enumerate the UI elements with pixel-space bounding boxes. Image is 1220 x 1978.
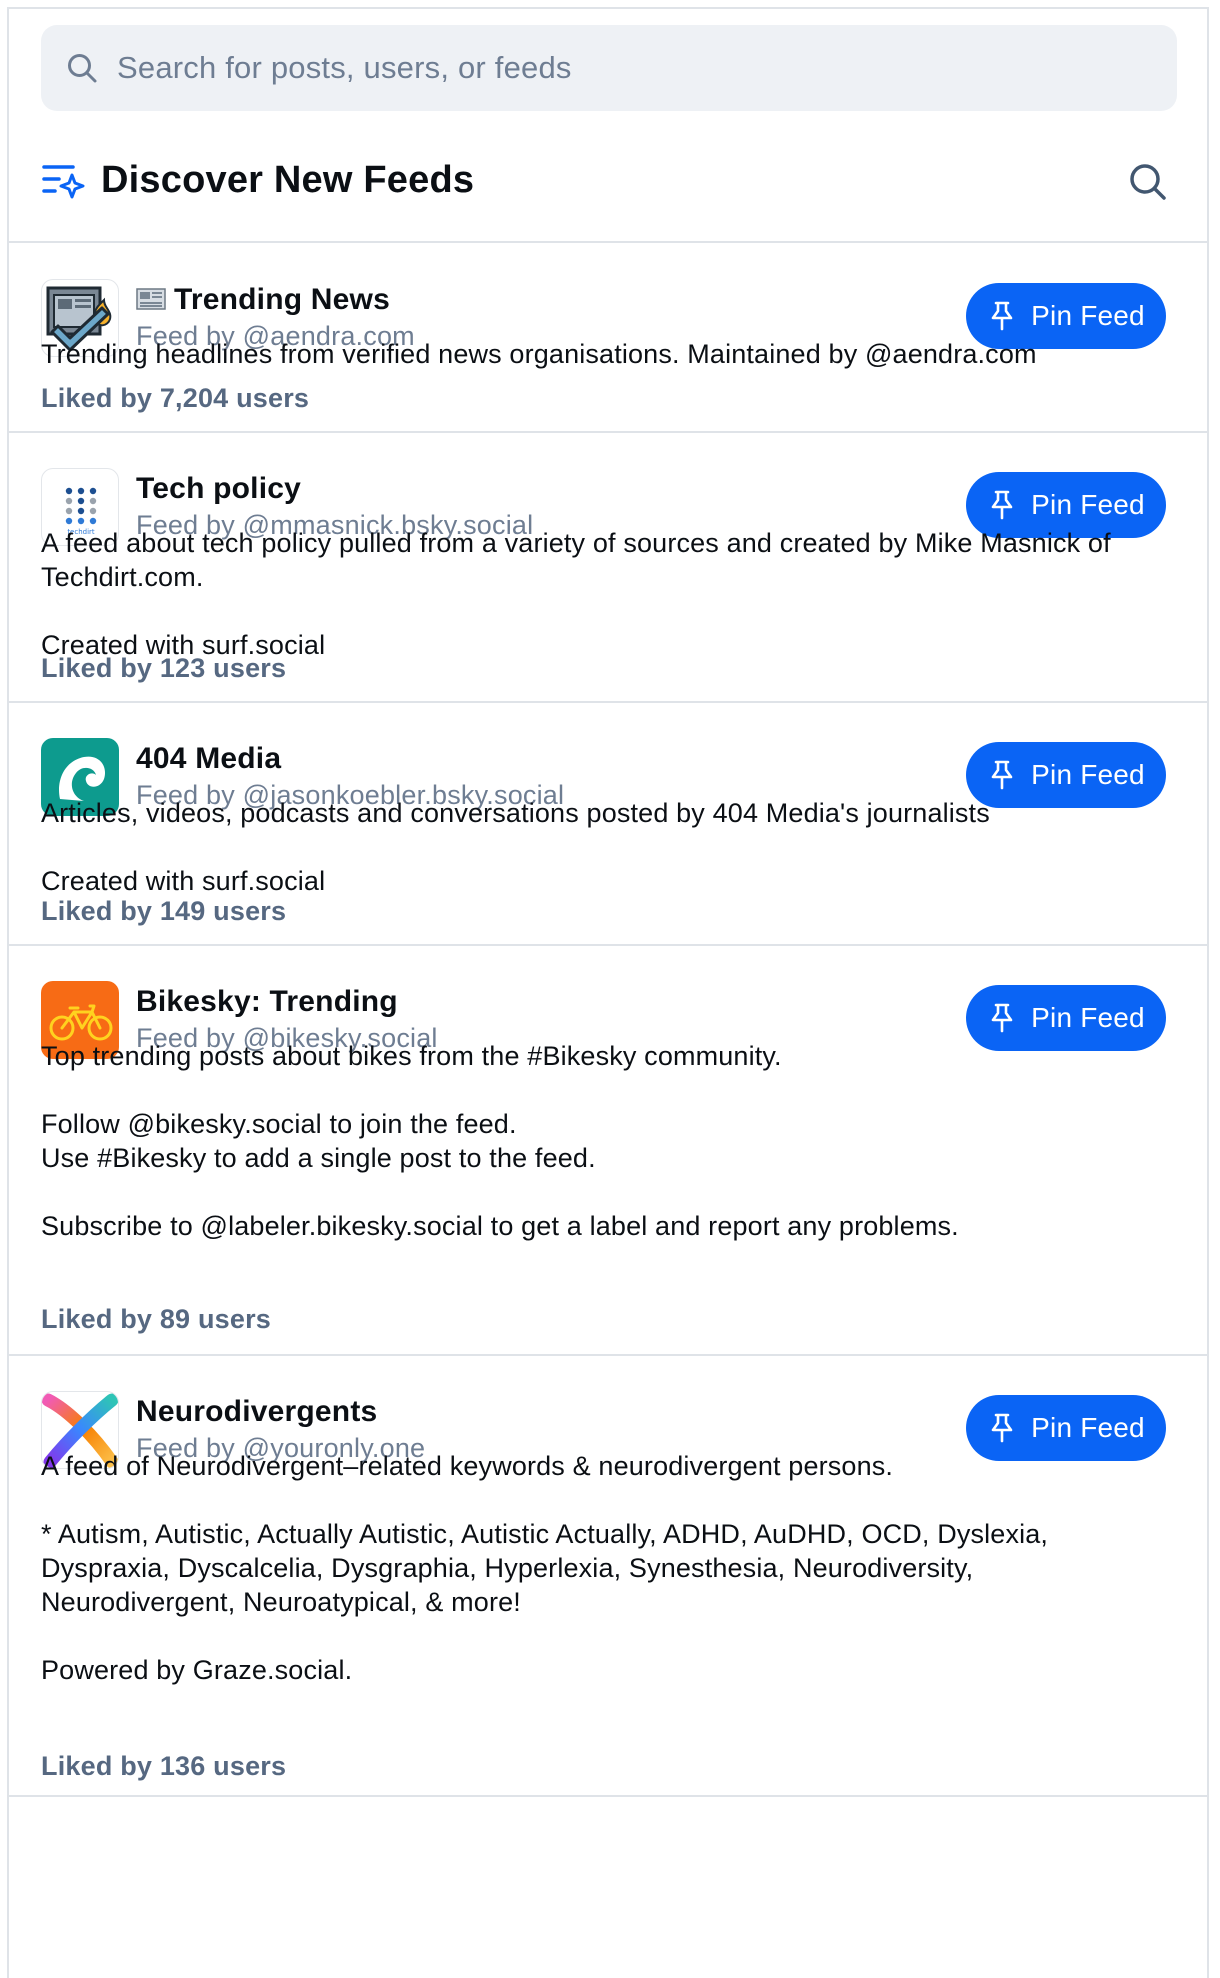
description-line (41, 1073, 1171, 1107)
feed-description: A feed about tech policy pulled from a v… (41, 526, 1171, 662)
pin-feed-label: Pin Feed (1031, 489, 1145, 520)
discover-header: Discover New Feeds (9, 121, 1207, 243)
description-line: A feed about tech policy pulled from a v… (41, 528, 1111, 592)
description-line: * Autism, Autistic, Actually Autistic, A… (41, 1519, 1049, 1617)
description-line: Subscribe to @labeler.bikesky.social to … (41, 1211, 959, 1241)
description-line: Use #Bikesky to add a single post to the… (41, 1143, 596, 1173)
pin-feed-label: Pin Feed (1031, 1412, 1145, 1443)
feed-card-404-media[interactable]: 404 Media Feed by @jasonkoebler.bsky.soc… (9, 704, 1207, 946)
search-input[interactable] (117, 50, 1117, 86)
description-line: Articles, videos, podcasts and conversat… (41, 798, 990, 828)
pin-icon (987, 301, 1017, 331)
pin-feed-label: Pin Feed (1031, 759, 1145, 790)
list-sparkle-icon (41, 161, 85, 201)
pin-icon (987, 760, 1017, 790)
description-line (41, 1175, 1171, 1209)
feed-likes[interactable]: Liked by 89 users (41, 1304, 271, 1335)
feed-likes[interactable]: Liked by 136 users (41, 1751, 286, 1782)
description-line (41, 830, 1171, 864)
search-icon (1130, 164, 1166, 200)
feed-card-tech-policy[interactable]: techdirt Tech policy Feed by @mmasnick.b… (9, 434, 1207, 703)
feed-description: Articles, videos, podcasts and conversat… (41, 796, 1171, 898)
feed-card-trending-news[interactable]: Trending News Feed by @aendra.com Pin Fe… (9, 245, 1207, 433)
pin-icon (987, 1413, 1017, 1443)
description-line (41, 1483, 1171, 1517)
feed-likes[interactable]: Liked by 123 users (41, 653, 286, 684)
feed-name-text: Trending News (174, 283, 390, 316)
description-line: A feed of Neurodivergent–related keyword… (41, 1451, 894, 1481)
page-title: Discover New Feeds (101, 159, 475, 201)
feed-name: Trending News (136, 283, 390, 317)
feed-description: A feed of Neurodivergent–related keyword… (41, 1449, 1171, 1687)
feed-name: Tech policy (136, 472, 302, 505)
pin-icon (987, 490, 1017, 520)
description-line: Top trending posts about bikes from the … (41, 1041, 782, 1071)
feed-description: Trending headlines from verified news or… (41, 337, 1171, 371)
description-line: Powered by Graze.social. (41, 1655, 353, 1685)
feed-likes[interactable]: Liked by 7,204 users (41, 383, 309, 414)
description-line (41, 594, 1171, 628)
feed-name: Neurodivergents (136, 1395, 378, 1428)
pin-icon (987, 1003, 1017, 1033)
feed-card-bikesky[interactable]: Bikesky: Trending Feed by @bikesky.socia… (9, 947, 1207, 1356)
search-button[interactable] (1127, 161, 1169, 203)
app-root: Discover New Feeds (0, 0, 1220, 1978)
search-icon (65, 51, 99, 85)
feeds-column: Discover New Feeds (7, 7, 1209, 1978)
pin-feed-label: Pin Feed (1031, 300, 1145, 331)
feed-card-neurodivergents[interactable]: Neurodivergents Feed by @youronly.one Pi… (9, 1357, 1207, 1797)
description-line: Trending headlines from verified news or… (41, 339, 1037, 369)
feed-name: 404 Media (136, 742, 282, 775)
feed-description: Top trending posts about bikes from the … (41, 1039, 1171, 1243)
feed-name: Bikesky: Trending (136, 985, 398, 1018)
description-line: Created with surf.social (41, 866, 326, 896)
feed-likes[interactable]: Liked by 149 users (41, 896, 286, 927)
pin-feed-label: Pin Feed (1031, 1002, 1145, 1033)
description-line (41, 1619, 1171, 1653)
newspaper-emoji-icon (136, 284, 166, 310)
description-line: Follow @bikesky.social to join the feed. (41, 1109, 517, 1139)
search-bar[interactable] (41, 25, 1177, 111)
